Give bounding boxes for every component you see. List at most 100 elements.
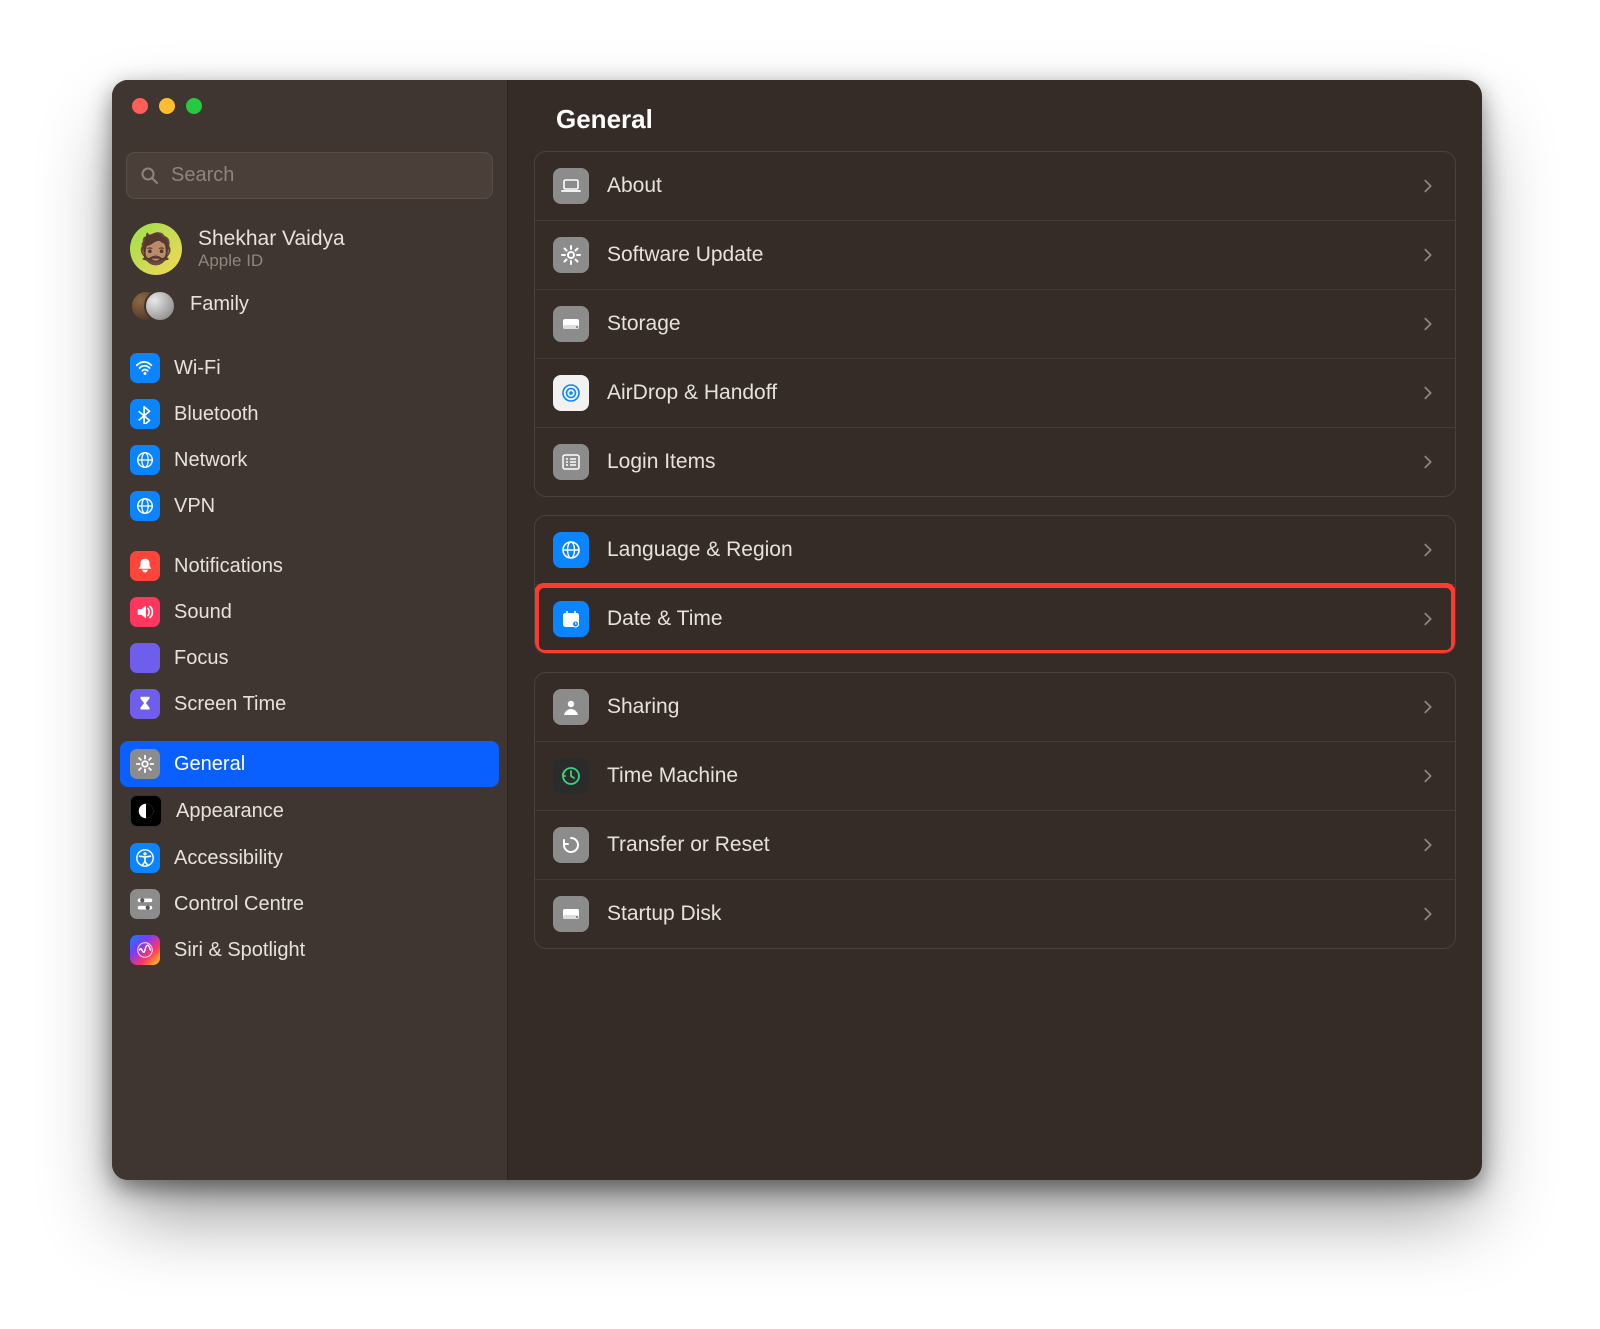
sidebar-item-label: Screen Time: [174, 693, 286, 716]
settings-card: Sharing Time Machine Transfer or Reset Star…: [534, 672, 1456, 949]
laptop-icon: [553, 168, 589, 204]
row-label: Sharing: [607, 695, 1401, 719]
settings-card: Language & Region Date & Time: [534, 515, 1456, 654]
sidebar-item-label: Sound: [174, 601, 232, 624]
sidebar-item-sound[interactable]: Sound: [120, 589, 499, 635]
row-startupdisk[interactable]: Startup Disk: [535, 879, 1455, 948]
row-label: AirDrop & Handoff: [607, 381, 1401, 405]
row-label: Storage: [607, 312, 1401, 336]
row-transfer[interactable]: Transfer or Reset: [535, 810, 1455, 879]
sidebar-item-label: Bluetooth: [174, 403, 259, 426]
chevron-right-icon: [1419, 453, 1437, 471]
sidebar-item-controlcentre[interactable]: Control Centre: [120, 881, 499, 927]
sidebar-item-label: Accessibility: [174, 847, 283, 870]
chevron-right-icon: [1419, 905, 1437, 923]
row-label: Date & Time: [607, 607, 1401, 631]
globe-icon: [130, 445, 160, 475]
close-window-button[interactable]: [132, 98, 148, 114]
sidebar-item-network[interactable]: Network: [120, 437, 499, 483]
airdrop-icon: [553, 375, 589, 411]
sidebar-item-wifi[interactable]: Wi-Fi: [120, 345, 499, 391]
disk-icon: [553, 896, 589, 932]
row-airdrop[interactable]: AirDrop & Handoff: [535, 358, 1455, 427]
sidebar-item-accessibility[interactable]: Accessibility: [120, 835, 499, 881]
row-sharing[interactable]: Sharing: [535, 673, 1455, 741]
sidebar-item-label: General: [174, 753, 245, 776]
titlebar: General: [508, 80, 1482, 145]
sidebar-item-notifications[interactable]: Notifications: [120, 543, 499, 589]
sidebar-item-appleid[interactable]: 🧔🏽 Shekhar Vaidya Apple ID: [112, 207, 507, 281]
search-input[interactable]: [126, 152, 493, 199]
speaker-icon: [130, 597, 160, 627]
list-icon: [553, 444, 589, 480]
sidebar-item-focus[interactable]: Focus: [120, 635, 499, 681]
gear-icon: [130, 749, 160, 779]
bell-icon: [130, 551, 160, 581]
sidebar-item-vpn[interactable]: VPN: [120, 483, 499, 529]
bluetooth-icon: [130, 399, 160, 429]
row-label: Language & Region: [607, 538, 1401, 562]
chevron-right-icon: [1419, 177, 1437, 195]
sidebar-item-general[interactable]: General: [120, 741, 499, 787]
row-timemachine[interactable]: Time Machine: [535, 741, 1455, 810]
sidebar-item-label: Network: [174, 449, 247, 472]
chevron-right-icon: [1419, 767, 1437, 785]
disk-icon: [553, 306, 589, 342]
main-panel: General About Software Update Storage AirDr…: [508, 80, 1482, 1180]
chevron-right-icon: [1419, 836, 1437, 854]
sidebar-item-label: Appearance: [176, 800, 284, 823]
row-softwareupdate[interactable]: Software Update: [535, 220, 1455, 289]
row-storage[interactable]: Storage: [535, 289, 1455, 358]
calendar-icon: [553, 601, 589, 637]
zoom-window-button[interactable]: [186, 98, 202, 114]
accessibility-icon: [130, 843, 160, 873]
row-label: Software Update: [607, 243, 1401, 267]
sidebar-item-label: VPN: [174, 495, 215, 518]
settings-window: 🧔🏽 Shekhar Vaidya Apple ID Family Wi-Fi B…: [112, 80, 1482, 1180]
page-title: General: [556, 104, 1456, 135]
row-about[interactable]: About: [535, 152, 1455, 220]
siri-icon: [130, 935, 160, 965]
row-loginitems[interactable]: Login Items: [535, 427, 1455, 496]
gear-icon: [553, 237, 589, 273]
reset-icon: [553, 827, 589, 863]
sidebar-item-siri[interactable]: Siri & Spotlight: [120, 927, 499, 973]
sidebar-item-label: Focus: [174, 647, 228, 670]
content: About Software Update Storage AirDrop & Han…: [508, 145, 1482, 1180]
chevron-right-icon: [1419, 384, 1437, 402]
row-language[interactable]: Language & Region: [535, 516, 1455, 584]
row-datetime[interactable]: Date & Time: [535, 584, 1455, 653]
wifi-icon: [130, 353, 160, 383]
family-avatars: [130, 289, 174, 319]
family-label: Family: [190, 293, 249, 316]
row-label: Time Machine: [607, 764, 1401, 788]
row-label: Transfer or Reset: [607, 833, 1401, 857]
sidebar-item-label: Wi-Fi: [174, 357, 221, 380]
chevron-right-icon: [1419, 315, 1437, 333]
sidebar-item-screentime[interactable]: Screen Time: [120, 681, 499, 727]
search-field-container: [126, 152, 493, 199]
account-name: Shekhar Vaidya: [198, 227, 345, 251]
chevron-right-icon: [1419, 541, 1437, 559]
hourglass-icon: [130, 689, 160, 719]
sidebar-item-label: Siri & Spotlight: [174, 939, 305, 962]
settings-card: About Software Update Storage AirDrop & Han…: [534, 151, 1456, 497]
minimize-window-button[interactable]: [159, 98, 175, 114]
row-label: About: [607, 174, 1401, 198]
globe-icon: [553, 532, 589, 568]
avatar: 🧔🏽: [130, 223, 182, 275]
chevron-right-icon: [1419, 246, 1437, 264]
globe-icon: [130, 491, 160, 521]
row-label: Login Items: [607, 450, 1401, 474]
chevron-right-icon: [1419, 610, 1437, 628]
sidebar-nav: Wi-Fi Bluetooth Network VPN Notifications Sou…: [112, 333, 507, 1180]
chevron-right-icon: [1419, 698, 1437, 716]
sliders-icon: [130, 889, 160, 919]
moon-icon: [130, 643, 160, 673]
window-controls: [112, 80, 507, 138]
sidebar-item-family[interactable]: Family: [112, 281, 507, 333]
search-icon: [140, 166, 160, 186]
sidebar-item-bluetooth[interactable]: Bluetooth: [120, 391, 499, 437]
sidebar-item-appearance[interactable]: Appearance: [120, 787, 499, 835]
contrast-icon: [130, 795, 162, 827]
